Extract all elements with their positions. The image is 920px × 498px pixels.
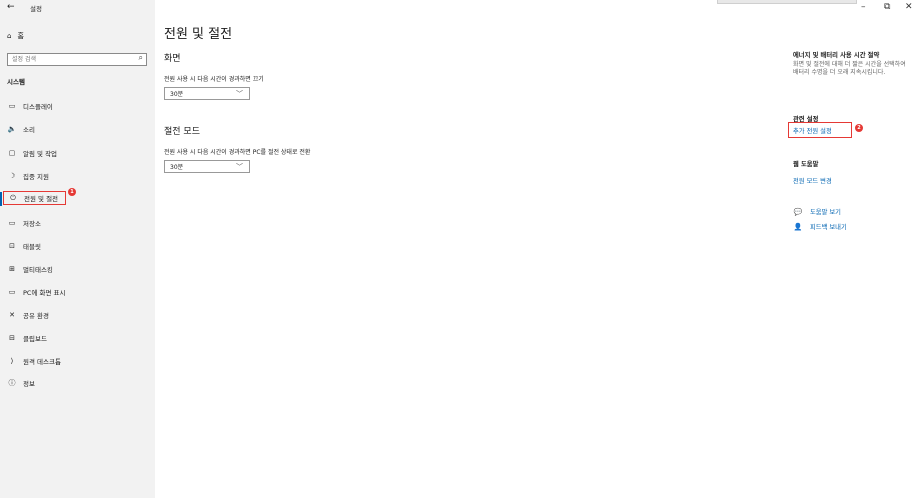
screen-timeout-value: 30분 xyxy=(170,91,184,98)
speaker-icon: 🔈 xyxy=(7,125,17,133)
sidebar-item-label: 전원 및 절전 xyxy=(24,195,59,203)
sidebar-item-display[interactable]: ▭ 디스플레이 xyxy=(6,99,146,113)
give-feedback-link[interactable]: 👤 피드백 보내기 xyxy=(793,222,847,232)
sidebar-item-sound[interactable]: 🔈 소리 xyxy=(6,122,146,136)
screen-heading: 화면 xyxy=(164,54,181,64)
sidebar-item-label: 원격 데스크톱 xyxy=(23,358,61,366)
sidebar-item-storage[interactable]: ▭ 저장소 xyxy=(6,216,146,230)
sidebar-item-shared-experiences[interactable]: ✕ 공유 환경 xyxy=(6,308,146,322)
get-help-label: 도움말 보기 xyxy=(810,209,841,216)
page-title: 전원 및 절전 xyxy=(164,27,233,42)
title-bar: ← 설정 xyxy=(0,0,920,16)
annotation-badge-1: 1 xyxy=(68,188,76,196)
clipboard-icon: ⊟ xyxy=(9,334,15,342)
info-icon: ⓘ xyxy=(8,379,16,387)
sidebar-item-label: 클립보드 xyxy=(23,335,47,343)
energy-heading: 에너지 및 배터리 사용 시간 절약 xyxy=(793,52,880,59)
sleep-timeout-label: 전원 사용 시 다음 시간이 경과하면 PC를 절전 상태로 전환 xyxy=(164,149,311,156)
sidebar-item-label: 정보 xyxy=(23,380,35,388)
section-title: 시스템 xyxy=(7,78,25,86)
search-icon[interactable]: ⌕ xyxy=(139,53,143,63)
home-link[interactable]: ⌂ 홈 xyxy=(7,31,24,41)
home-label: 홈 xyxy=(17,32,24,40)
sidebar-item-label: 멀티태스킹 xyxy=(23,266,53,274)
chat-icon: 💬 xyxy=(793,207,803,216)
sidebar-item-label: 공유 환경 xyxy=(23,312,49,320)
change-power-mode-link[interactable]: 전원 모드 변경 xyxy=(793,176,832,185)
additional-power-settings-link[interactable]: 추가 전원 설정 xyxy=(793,126,832,135)
projector-icon: ▭ xyxy=(8,288,16,296)
sidebar-item-label: 저장소 xyxy=(23,220,41,228)
sidebar-item-clipboard[interactable]: ⊟ 클립보드 xyxy=(6,331,146,345)
search-input[interactable] xyxy=(8,54,136,65)
close-icon[interactable]: ✕ xyxy=(905,2,913,12)
sidebar-item-multitasking[interactable]: ⊞ 멀티태스킹 xyxy=(6,262,146,276)
sleep-heading: 절전 모드 xyxy=(164,127,200,137)
sleep-timeout-dropdown[interactable]: 30분 ﹀ xyxy=(164,160,250,173)
sidebar-item-label: 디스플레이 xyxy=(23,103,53,111)
give-feedback-label: 피드백 보내기 xyxy=(810,224,847,231)
sidebar: ← 설정 ⌂ 홈 ⌕ 시스템 ▭ 디스플레이 🔈 소리 ▢ 알림 및 작업 ☽ … xyxy=(0,0,155,498)
moon-icon: ☽ xyxy=(8,172,16,180)
sidebar-item-power-sleep[interactable]: ⏻ 전원 및 절전 xyxy=(3,191,66,205)
power-icon: ⏻ xyxy=(10,193,16,202)
chevron-down-icon: ﹀ xyxy=(236,163,243,171)
storage-icon: ▭ xyxy=(8,219,16,227)
sidebar-item-focus-assist[interactable]: ☽ 집중 지원 xyxy=(6,169,146,183)
web-help-heading: 웹 도움말 xyxy=(793,161,819,168)
remote-desktop-icon: ⟩ xyxy=(10,357,14,365)
screen-timeout-label: 전원 사용 시 다음 시간이 경과하면 끄기 xyxy=(164,76,264,83)
sidebar-item-remote-desktop[interactable]: ⟩ 원격 데스크톱 xyxy=(6,354,146,368)
sidebar-item-label: 집중 지원 xyxy=(23,173,49,181)
back-arrow-icon[interactable]: ← xyxy=(7,2,15,12)
feedback-icon: 👤 xyxy=(793,222,803,231)
sidebar-item-label: PC에 화면 표시 xyxy=(23,289,66,297)
home-icon: ⌂ xyxy=(7,32,12,40)
minimize-icon[interactable]: – xyxy=(861,2,866,12)
app-title: 설정 xyxy=(30,5,42,13)
sidebar-item-label: 태블릿 xyxy=(23,243,41,251)
get-help-link[interactable]: 💬 도움말 보기 xyxy=(793,207,841,217)
shared-experiences-icon: ✕ xyxy=(9,311,15,319)
tablet-icon: ⊡ xyxy=(9,242,15,250)
chevron-down-icon: ﹀ xyxy=(236,90,243,98)
active-indicator xyxy=(0,192,2,206)
screen-timeout-dropdown[interactable]: 30분 ﹀ xyxy=(164,87,250,100)
sidebar-item-about[interactable]: ⓘ 정보 xyxy=(6,376,146,390)
search-box[interactable]: ⌕ xyxy=(7,53,147,66)
monitor-icon: ▭ xyxy=(8,102,16,110)
sidebar-item-label: 소리 xyxy=(23,126,35,134)
sidebar-item-label: 알림 및 작업 xyxy=(23,150,58,158)
sidebar-item-project-to-pc[interactable]: ▭ PC에 화면 표시 xyxy=(6,285,146,299)
sidebar-item-notifications[interactable]: ▢ 알림 및 작업 xyxy=(6,146,146,160)
multitasking-icon: ⊞ xyxy=(9,265,15,273)
annotation-badge-2: 2 xyxy=(855,124,863,132)
restore-icon[interactable]: ⧉ xyxy=(884,2,890,12)
sidebar-item-tablet[interactable]: ⊡ 태블릿 xyxy=(6,239,146,253)
notification-icon: ▢ xyxy=(8,149,16,157)
sleep-timeout-value: 30분 xyxy=(170,164,184,171)
energy-description: 화면 및 절전에 대해 더 짧은 시간을 선택하여 배터리 수명을 더 오래 지… xyxy=(793,61,906,76)
